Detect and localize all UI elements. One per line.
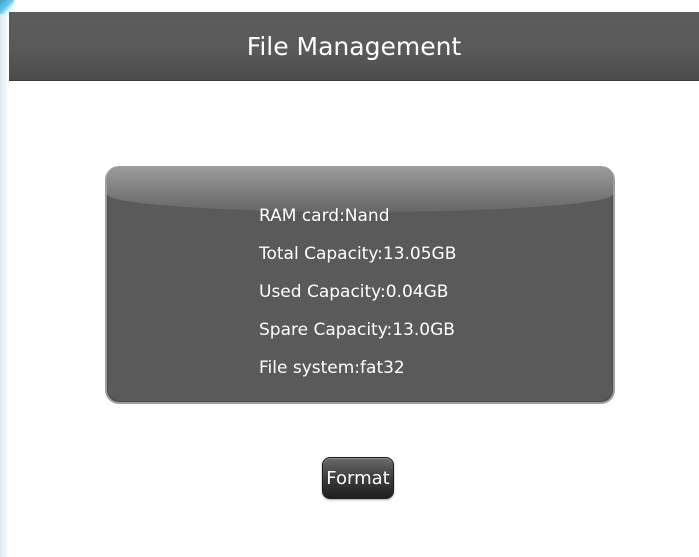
page-title: File Management (246, 32, 462, 61)
format-button[interactable]: Format (322, 457, 394, 499)
storage-info-list: RAM card:Nand Total Capacity:13.05GB Use… (259, 202, 456, 392)
total-capacity-info: Total Capacity:13.05GB (259, 244, 457, 264)
title-bar: File Management (9, 12, 699, 81)
spare-capacity-info: Spare Capacity:13.0GB (259, 320, 455, 340)
storage-info-panel: RAM card:Nand Total Capacity:13.05GB Use… (105, 166, 615, 404)
left-window-edge (0, 8, 9, 557)
used-capacity-info: Used Capacity:0.04GB (259, 282, 449, 302)
ram-card-info: RAM card:Nand (259, 206, 390, 226)
file-system-info: File system:fat32 (259, 358, 405, 378)
